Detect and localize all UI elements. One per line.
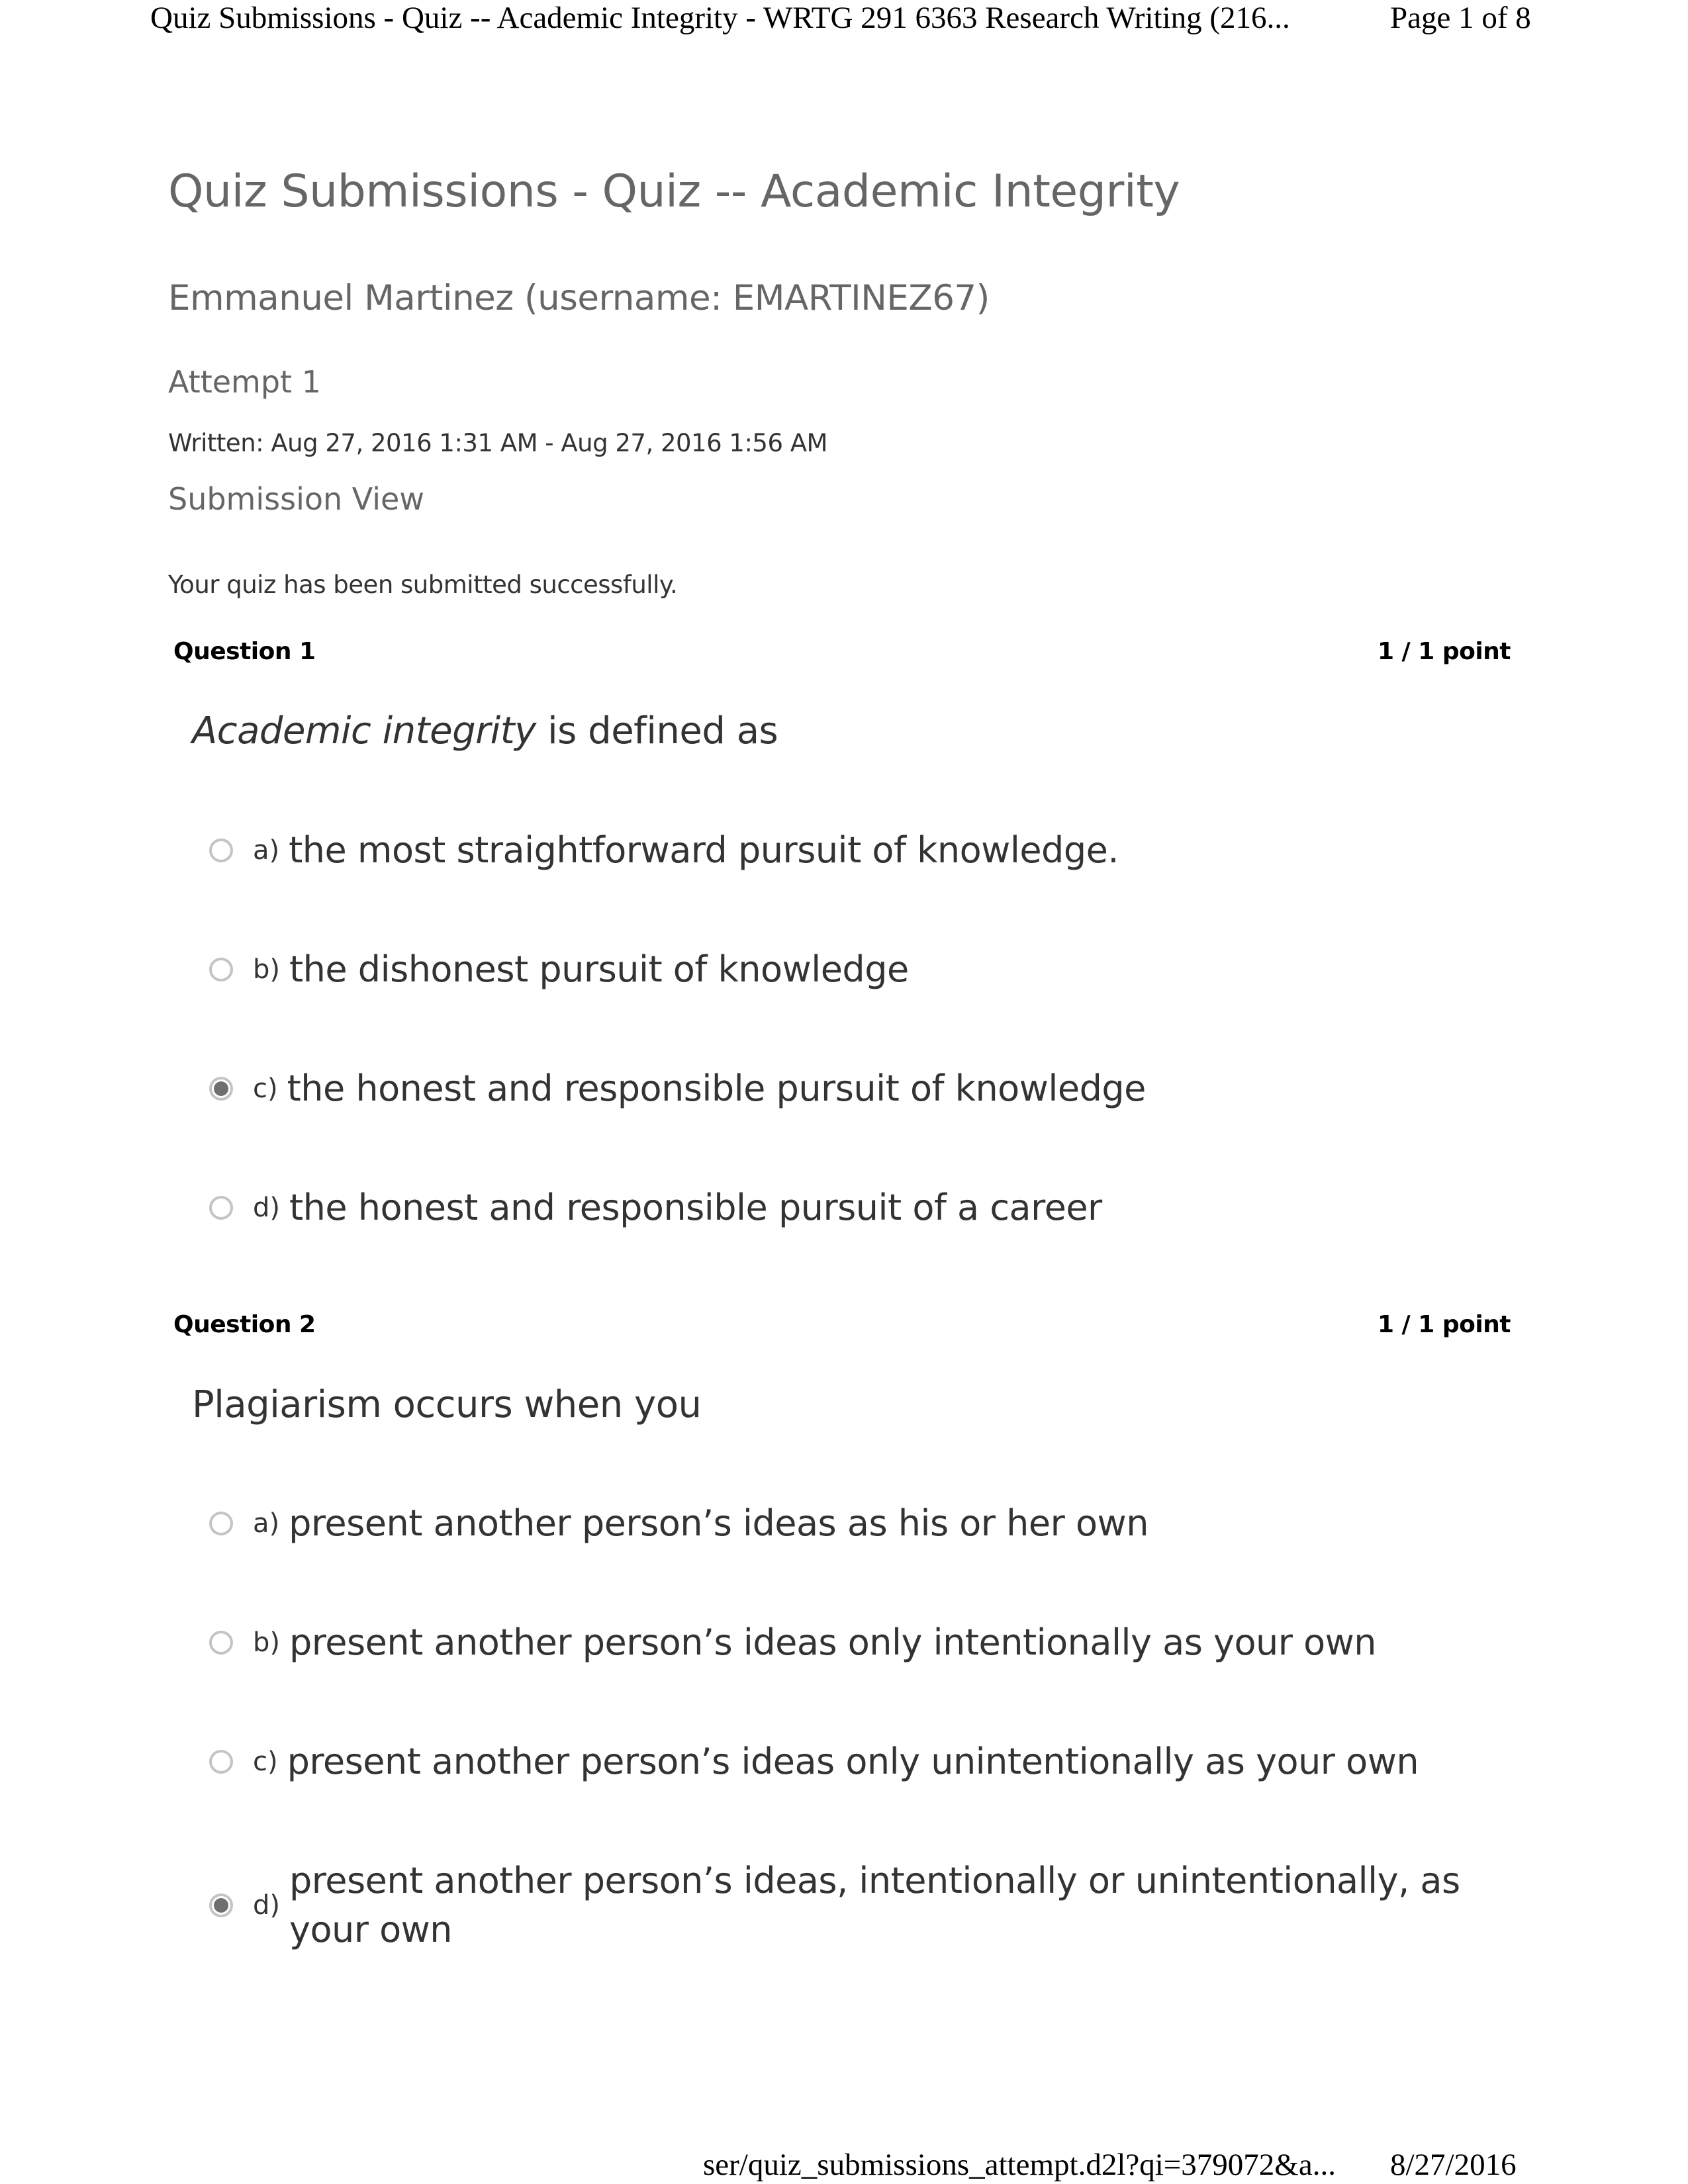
option-letter: c) [253,1073,278,1104]
page-title: Quiz Submissions - Quiz -- Academic Inte… [168,165,1180,218]
print-footer-date: 8/27/2016 [1390,2148,1517,2182]
option-text: present another person’s ideas as his or… [289,1502,1149,1544]
question-prompt: Plagiarism occurs when you [192,1383,702,1426]
written-timestamp: Written: Aug 27, 2016 1:31 AM - Aug 27, … [168,429,827,457]
user-name: Emmanuel Martinez (username: EMARTINEZ67… [168,278,990,318]
answer-option[interactable]: d) the honest and responsible pursuit of… [205,1183,1102,1232]
option-text: present another person’s ideas only unin… [287,1741,1419,1782]
option-letter: a) [253,1508,280,1539]
prompt-text: is defined as [536,709,778,752]
attempt-label: Attempt 1 [168,364,321,400]
answer-option-selected[interactable]: c) the honest and responsible pursuit of… [205,1064,1146,1113]
answer-option-selected[interactable]: d) present another person’s ideas, inten… [205,1856,1474,1954]
option-letter: c) [253,1747,278,1777]
option-letter: b) [253,954,280,985]
question-points: 1 / 1 point [1377,1311,1511,1338]
answer-option[interactable]: b) the dishonest pursuit of knowledge [205,945,909,994]
radio-button-selected[interactable] [209,1077,233,1101]
answer-option[interactable]: c) present another person’s ideas only u… [205,1737,1419,1786]
option-text: the most straightforward pursuit of know… [289,829,1119,871]
radio-button[interactable] [209,1512,233,1535]
radio-button[interactable] [209,1196,233,1220]
answer-option[interactable]: a) the most straightforward pursuit of k… [205,826,1119,875]
radio-button[interactable] [209,1750,233,1774]
radio-button[interactable] [209,839,233,862]
print-header-page-number: Page 1 of 8 [1390,1,1531,35]
print-header-title: Quiz Submissions - Quiz -- Academic Inte… [150,1,1290,35]
answer-option[interactable]: b) present another person’s ideas only i… [205,1618,1377,1667]
question-label: Question 2 [173,1311,316,1338]
radio-button[interactable] [209,1631,233,1655]
question-prompt: Academic integrity is defined as [192,709,778,752]
option-text: the dishonest pursuit of knowledge [289,948,909,990]
question-points: 1 / 1 point [1377,638,1511,665]
prompt-emphasis: Academic integrity [192,709,536,752]
option-letter: d) [253,1890,280,1921]
radio-button-selected[interactable] [209,1893,233,1917]
option-letter: b) [253,1627,280,1658]
print-footer-url: ser/quiz_submissions_attempt.d2l?qi=3790… [703,2148,1336,2182]
radio-button[interactable] [209,958,233,981]
submission-status-message: Your quiz has been submitted successfull… [168,570,678,599]
submission-view-heading: Submission View [168,481,424,517]
question-label: Question 1 [173,638,316,665]
option-text: present another person’s ideas, intentio… [289,1860,1460,1950]
option-text: present another person’s ideas only inte… [289,1621,1377,1663]
option-text: the honest and responsible pursuit of a … [289,1187,1102,1228]
answer-option[interactable]: a) present another person’s ideas as his… [205,1499,1149,1548]
option-text: the honest and responsible pursuit of kn… [287,1068,1147,1109]
option-letter: a) [253,835,280,866]
option-letter: d) [253,1193,280,1223]
